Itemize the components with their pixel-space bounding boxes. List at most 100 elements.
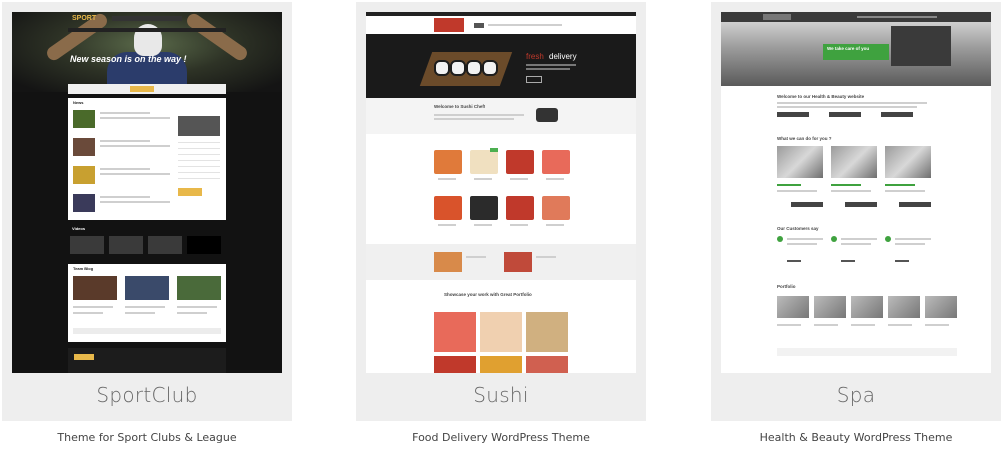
spa-hut-image xyxy=(891,26,951,66)
menu-item-name xyxy=(510,224,528,226)
hero-line xyxy=(526,68,570,70)
portfolio-photo xyxy=(777,296,809,318)
portfolio-line xyxy=(925,324,949,326)
testimonial-line xyxy=(895,238,931,240)
quote-icon xyxy=(885,236,891,242)
welcome-line xyxy=(434,114,524,116)
sushi-preview-image[interactable]: fresh delivery Welcome to Sushi Chef! Sh… xyxy=(366,12,636,373)
spa-button xyxy=(899,202,931,207)
spa-button xyxy=(829,112,861,117)
footer-logo xyxy=(74,354,94,360)
spa-testimonials-heading: Our Customers say xyxy=(777,226,819,231)
portfolio-photo xyxy=(526,356,568,373)
menu-item-photo xyxy=(434,150,462,174)
sport-score-highlight xyxy=(130,86,154,92)
news-thumb xyxy=(73,166,95,184)
news-line xyxy=(100,145,170,147)
testimonial-line xyxy=(895,243,925,245)
spa-portfolio-heading: Portfolio xyxy=(777,284,796,289)
portfolio-photo xyxy=(851,296,883,318)
theme-title[interactable]: Sushi xyxy=(356,383,646,407)
service-photo xyxy=(831,146,877,178)
portfolio-line xyxy=(814,324,838,326)
theme-tagline: Food Delivery WordPress Theme xyxy=(412,431,590,444)
rating-stars-icon xyxy=(841,260,855,262)
sushi-roll xyxy=(466,60,482,76)
welcome-line xyxy=(777,102,927,104)
sidebar-yellow-box xyxy=(178,188,202,196)
menu-item-name xyxy=(474,178,492,180)
news-line xyxy=(100,196,150,198)
sport-footer xyxy=(68,348,226,373)
theme-title[interactable]: SportClub xyxy=(2,383,292,407)
sushi-welcome-strip xyxy=(366,98,636,134)
menu-item-photo xyxy=(434,196,462,220)
service-title xyxy=(885,184,915,186)
sport-nav xyxy=(68,28,226,32)
spa-preview-image[interactable]: We take care of you Welcome to our Healt… xyxy=(721,12,991,373)
news-thumb xyxy=(73,194,95,212)
service-title xyxy=(777,184,801,186)
rating-stars-icon xyxy=(787,260,801,262)
portfolio-photo xyxy=(925,296,957,318)
sushi-topbar xyxy=(366,12,636,16)
sushi-roll xyxy=(434,60,450,76)
quote-icon xyxy=(831,236,837,242)
sushi-roll xyxy=(482,60,498,76)
theme-tagline: Health & Beauty WordPress Theme xyxy=(759,431,953,444)
video-thumb xyxy=(109,236,143,254)
featured-photo xyxy=(504,252,532,272)
portfolio-line xyxy=(888,324,912,326)
featured-line xyxy=(466,256,486,258)
welcome-line xyxy=(434,118,514,120)
menu-item-photo xyxy=(470,150,498,174)
portfolio-photo xyxy=(480,312,522,352)
sushi-featured-strip xyxy=(366,244,636,280)
menu-item-photo xyxy=(506,150,534,174)
hero-delivery: delivery xyxy=(549,52,577,61)
menu-item-photo xyxy=(506,196,534,220)
video-thumb xyxy=(187,236,221,254)
portfolio-photo xyxy=(526,312,568,352)
portfolio-photo xyxy=(434,356,476,373)
spa-button xyxy=(777,112,809,117)
service-line xyxy=(777,190,817,192)
welcome-line xyxy=(777,106,917,108)
blog-line xyxy=(73,306,113,308)
testimonial-line xyxy=(841,243,871,245)
news-line xyxy=(100,112,150,114)
theme-card-spa[interactable]: We take care of you Welcome to our Healt… xyxy=(711,2,1001,421)
blog-thumb xyxy=(73,276,117,300)
rating-stars-icon xyxy=(895,260,909,262)
menu-item-name xyxy=(546,178,564,180)
featured-photo xyxy=(434,252,462,272)
theme-card-sportclub[interactable]: SPORT New season is on the way ! News Vi… xyxy=(2,2,292,421)
calendar-widget xyxy=(178,142,220,184)
sportclub-preview-image[interactable]: SPORT New season is on the way ! News Vi… xyxy=(12,12,282,373)
testimonial-line xyxy=(787,238,823,240)
portfolio-line xyxy=(777,324,801,326)
news-line xyxy=(100,117,170,119)
theme-card-sushi[interactable]: fresh delivery Welcome to Sushi Chef! Sh… xyxy=(356,2,646,421)
quote-icon xyxy=(777,236,783,242)
sidebar-player-photo xyxy=(178,116,220,136)
blog-line xyxy=(125,312,155,314)
service-photo xyxy=(777,146,823,178)
news-line xyxy=(100,168,150,170)
theme-title[interactable]: Spa xyxy=(711,383,1001,407)
sushi-nav xyxy=(488,24,562,26)
blog-thumb xyxy=(125,276,169,300)
spa-nav xyxy=(857,16,937,18)
menu-item-name xyxy=(438,178,456,180)
portfolio-line xyxy=(851,324,875,326)
news-thumb xyxy=(73,138,95,156)
theme-tagline: Theme for Sport Clubs & League xyxy=(57,431,237,444)
chopsticks-sushi-icon xyxy=(536,108,558,122)
sport-team-blog: Team Blog xyxy=(68,264,226,342)
spa-logo xyxy=(763,14,791,20)
spa-services-heading: What we can do for you ? xyxy=(777,136,832,141)
service-title xyxy=(831,184,861,186)
menu-item-photo xyxy=(542,150,570,174)
sport-hero-title: New season is on the way ! xyxy=(70,54,187,64)
menu-item-photo xyxy=(470,196,498,220)
